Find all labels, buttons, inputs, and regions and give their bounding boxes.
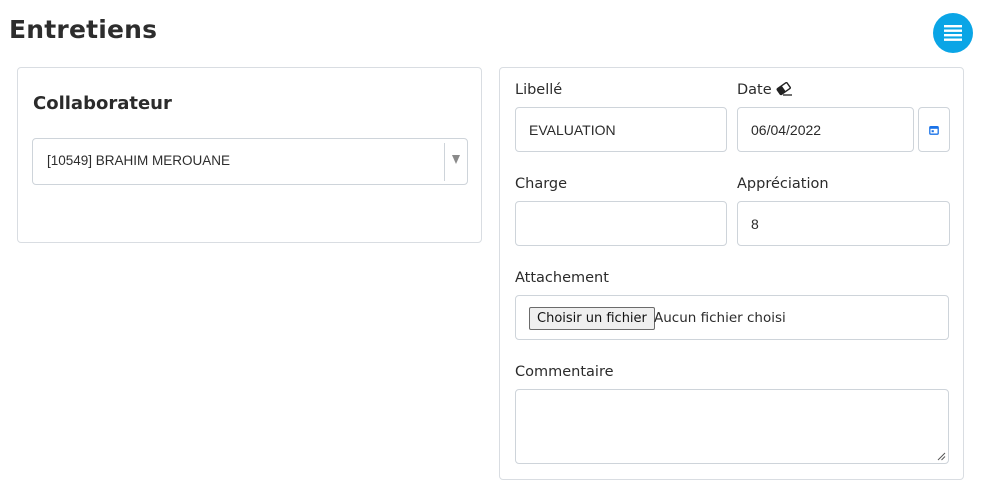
charge-input[interactable] <box>515 201 727 246</box>
libelle-value: EVALUATION <box>529 122 616 138</box>
date-value: 06/04/2022 <box>751 122 822 138</box>
collaborateur-heading: Collaborateur <box>33 93 172 114</box>
date-picker-button[interactable] <box>918 107 950 152</box>
list-icon <box>944 25 962 41</box>
collaborateur-select-value: [10549] BRAHIM MEROUANE <box>47 153 231 168</box>
libelle-input[interactable]: EVALUATION <box>515 107 727 152</box>
date-input[interactable]: 06/04/2022 <box>737 107 914 152</box>
appreciation-label: Appréciation <box>737 176 829 192</box>
select-divider <box>444 143 445 181</box>
commentaire-textarea[interactable] <box>515 389 949 464</box>
choose-file-button[interactable]: Choisir un fichier <box>529 307 655 330</box>
libelle-label: Libellé <box>515 82 563 98</box>
eraser-icon[interactable] <box>776 82 793 96</box>
attachement-label: Attachement <box>515 270 609 286</box>
collaborateur-card: Collaborateur [10549] BRAHIM MEROUANE <box>17 67 482 243</box>
commentaire-label: Commentaire <box>515 364 614 380</box>
attachement-file-field[interactable]: Choisir un fichier Aucun fichier choisi <box>515 295 949 340</box>
appreciation-value: 8 <box>751 216 759 232</box>
appreciation-input[interactable]: 8 <box>737 201 950 246</box>
resize-grip-icon[interactable] <box>937 452 946 461</box>
page-title: Entretiens <box>9 15 158 44</box>
list-menu-button[interactable] <box>933 13 973 53</box>
caret-down-icon[interactable] <box>452 155 460 164</box>
collaborateur-select[interactable]: [10549] BRAHIM MEROUANE <box>32 138 468 185</box>
charge-label: Charge <box>515 176 568 192</box>
entretien-form-card: Libellé EVALUATION Date 06/04/2022 Charg… <box>499 67 964 480</box>
file-status: Aucun fichier choisi <box>654 310 786 326</box>
date-label: Date <box>737 82 772 98</box>
calendar-icon <box>929 125 939 135</box>
